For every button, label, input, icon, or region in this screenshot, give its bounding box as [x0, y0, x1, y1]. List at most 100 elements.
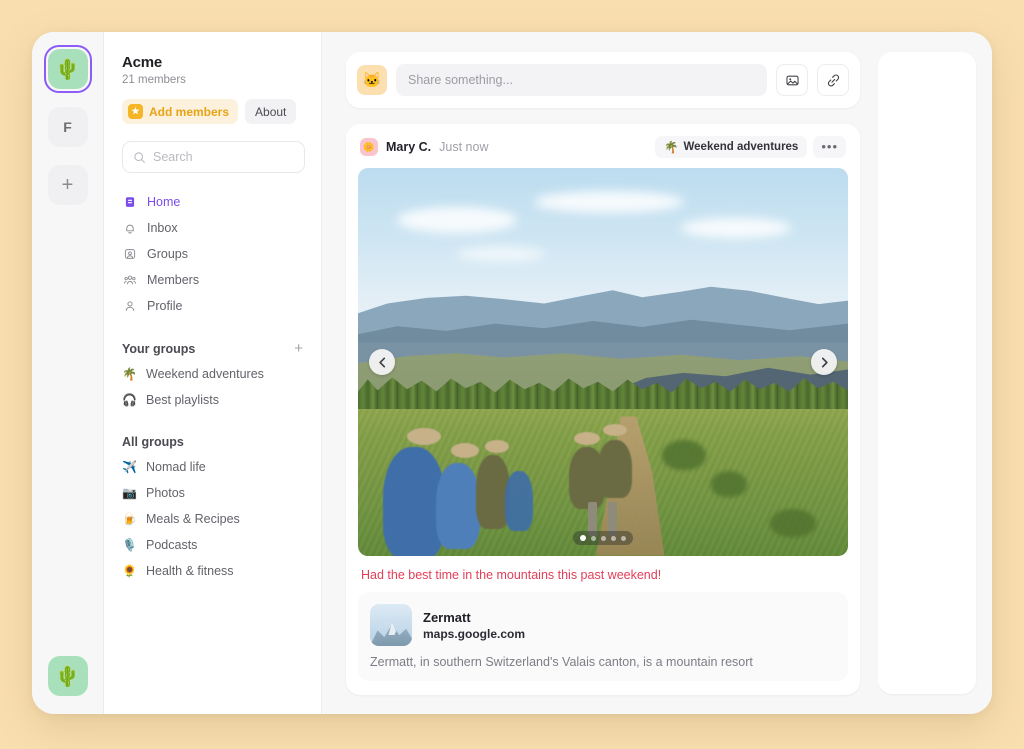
avatar: 🌼	[360, 138, 378, 156]
post-caption: Had the best time in the mountains this …	[361, 568, 662, 582]
link-preview-domain: maps.google.com	[423, 626, 526, 641]
post-photo-carousel[interactable]	[358, 168, 848, 556]
microphone-icon: 🎙️	[122, 538, 137, 552]
photo-hiker-hat	[407, 427, 441, 445]
post-group-label: Weekend adventures	[683, 141, 799, 153]
star-icon: ★	[128, 104, 143, 119]
group-label: Podcasts	[146, 538, 198, 552]
photo-cloud	[397, 206, 518, 233]
post-timestamp: Just now	[439, 140, 489, 154]
attach-link-button[interactable]	[817, 64, 849, 96]
plus-icon: +	[61, 173, 74, 196]
about-button[interactable]: About	[245, 99, 297, 124]
group-item-weekend-adventures[interactable]: 🌴 Weekend adventures	[122, 361, 305, 387]
sidebar: Acme 21 members ★ Add members About Sear…	[104, 32, 322, 714]
carousel-next-button[interactable]	[811, 349, 837, 375]
photo-hiker-backpack	[382, 447, 445, 556]
home-icon	[122, 195, 137, 209]
photo-hiker-backpack	[598, 439, 633, 498]
photo-bush	[710, 470, 747, 497]
app-window: 🌵 F + 🌵 Acme 21 members ★ Add members Ab…	[32, 32, 992, 714]
carousel-dot[interactable]	[580, 535, 586, 541]
group-item-photos[interactable]: 📷 Photos	[122, 480, 305, 506]
airplane-icon: ✈️	[122, 460, 137, 474]
group-item-nomad-life[interactable]: ✈️ Nomad life	[122, 454, 305, 480]
link-preview-description: Zermatt, in southern Switzerland's Valai…	[370, 655, 753, 669]
nav-label: Groups	[147, 247, 188, 261]
post-author[interactable]: Mary C.	[386, 140, 431, 154]
search-input[interactable]	[153, 150, 294, 164]
cactus-icon: 🌵	[55, 665, 80, 688]
all-groups-title: All groups	[122, 435, 184, 449]
photo-cloud	[456, 245, 546, 262]
workspace-rail: 🌵 F + 🌵	[32, 32, 104, 714]
post-photo	[358, 168, 848, 556]
group-item-health-fitness[interactable]: 🌻 Health & fitness	[122, 558, 305, 584]
group-label: Photos	[146, 486, 185, 500]
photo-hiker-hat	[573, 431, 600, 445]
feed-column: 🐱 🌼	[322, 32, 878, 714]
add-workspace-button[interactable]: +	[47, 165, 88, 205]
members-icon	[122, 273, 137, 287]
all-groups-header: All groups	[122, 435, 305, 449]
carousel-dot[interactable]	[621, 535, 626, 541]
flower-icon: 🌼	[363, 141, 375, 152]
post-group-chip[interactable]: 🌴 Weekend adventures	[655, 136, 808, 158]
photo-hiker-hat	[485, 439, 510, 453]
link-icon	[827, 73, 839, 87]
carousel-dot[interactable]	[611, 535, 616, 541]
search-box[interactable]	[122, 141, 305, 173]
group-item-best-playlists[interactable]: 🎧 Best playlists	[122, 387, 305, 413]
photo-bush	[769, 509, 816, 538]
nav-item-home[interactable]: Home	[122, 189, 305, 215]
palm-tree-icon: 🌴	[664, 142, 679, 154]
workspace-actions: ★ Add members About	[122, 99, 305, 124]
palm-tree-icon: 🌴	[122, 367, 137, 381]
group-item-podcasts[interactable]: 🎙️ Podcasts	[122, 532, 305, 558]
carousel-dots	[573, 531, 633, 545]
composer-avatar: 🐱	[357, 65, 387, 95]
rail-bottom: 🌵	[47, 656, 88, 696]
nav-item-members[interactable]: Members	[122, 267, 305, 293]
headphones-icon: 🎧	[122, 393, 137, 407]
photo-hiker-backpack	[436, 462, 481, 549]
group-label: Meals & Recipes	[146, 512, 240, 526]
group-item-meals-recipes[interactable]: 🍺 Meals & Recipes	[122, 506, 305, 532]
nav-label: Inbox	[147, 221, 178, 235]
workspace-switcher-f[interactable]: F	[47, 107, 88, 147]
nav-label: Home	[147, 195, 181, 209]
carousel-dot[interactable]	[591, 535, 596, 541]
image-icon	[785, 75, 799, 85]
nav-item-inbox[interactable]: Inbox	[122, 215, 305, 241]
link-preview-text: Zermatt maps.google.com	[423, 610, 525, 641]
chevron-left-icon	[378, 357, 385, 367]
photo-bush	[661, 439, 706, 470]
carousel-prev-button[interactable]	[369, 349, 395, 375]
nav-item-profile[interactable]: Profile	[122, 293, 305, 319]
link-preview-card[interactable]: Zermatt maps.google.com Zermatt, in sout…	[358, 592, 848, 681]
nav-item-groups[interactable]: Groups	[122, 241, 305, 267]
beer-icon: 🍺	[122, 512, 137, 526]
post-more-button[interactable]: •••	[813, 136, 846, 158]
primary-nav: Home Inbox Groups Members Profile	[122, 189, 305, 319]
search-icon	[134, 151, 145, 163]
workspace-initial: F	[63, 119, 72, 135]
cat-icon: 🐱	[362, 72, 382, 89]
post-header: 🌼 Mary C. Just now 🌴 Weekend adventures …	[358, 136, 848, 168]
group-label: Nomad life	[146, 460, 206, 474]
attach-image-button[interactable]	[776, 64, 808, 96]
link-preview-top: Zermatt maps.google.com	[370, 604, 836, 646]
composer-input[interactable]	[396, 64, 767, 96]
photo-hiker-backpack	[505, 470, 533, 531]
group-label: Best playlists	[146, 393, 219, 407]
chevron-right-icon	[821, 357, 828, 367]
carousel-dot[interactable]	[601, 535, 606, 541]
add-members-button[interactable]: ★ Add members	[122, 99, 239, 124]
user-avatar-button[interactable]: 🌵	[47, 656, 88, 696]
add-group-button[interactable]: +	[292, 341, 305, 356]
post-composer: 🐱	[346, 52, 860, 108]
right-panel	[878, 32, 992, 714]
workspace-switcher-acme[interactable]: 🌵	[43, 45, 92, 93]
your-groups-title: Your groups	[122, 341, 196, 356]
link-preview-thumbnail	[370, 604, 412, 646]
